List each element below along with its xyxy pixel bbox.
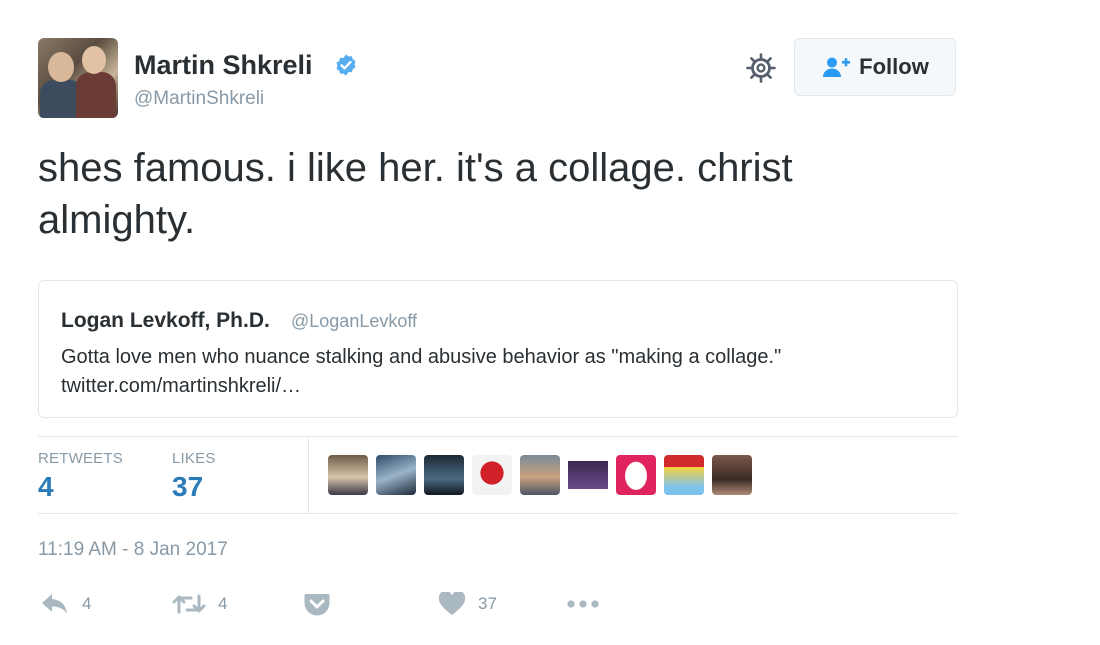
user-display-name[interactable]: Martin Shkreli	[134, 50, 313, 81]
follow-button[interactable]: Follow	[794, 38, 956, 96]
quoted-tweet[interactable]: Logan Levkoff, Ph.D. @LoganLevkoff Gotta…	[38, 280, 958, 418]
retweet-count: 4	[218, 594, 228, 613]
retweet-button[interactable]: 4	[172, 586, 227, 622]
quoted-author-handle: @LoganLevkoff	[291, 311, 418, 331]
liker-avatar[interactable]	[328, 455, 368, 495]
pocket-save-icon	[304, 594, 330, 616]
liker-avatar[interactable]	[376, 455, 416, 495]
follow-button-label: Follow	[859, 54, 929, 79]
retweets-count[interactable]: 4	[38, 471, 54, 503]
egg-avatar[interactable]	[616, 455, 656, 495]
likes-label[interactable]: LIKES	[172, 450, 216, 467]
user-avatar[interactable]	[38, 38, 118, 118]
reply-icon	[42, 594, 67, 614]
quoted-tweet-text: Gotta love men who nuance stalking and a…	[61, 346, 782, 397]
stats-top-divider	[38, 436, 958, 437]
user-handle[interactable]: @MartinShkreli	[134, 88, 264, 110]
avatar-face	[82, 46, 106, 74]
avatar-face	[48, 52, 74, 82]
liker-avatar[interactable]	[568, 455, 608, 495]
tweet-timestamp[interactable]: 11:19 AM - 8 Jan 2017	[38, 539, 228, 561]
reply-button[interactable]: 4	[40, 586, 91, 622]
retweet-icon	[172, 594, 206, 614]
heart-icon	[438, 592, 466, 615]
stats-divider	[308, 438, 309, 514]
pocket-save-button[interactable]	[303, 586, 331, 622]
like-count: 37	[478, 594, 497, 613]
tweet-text: shes famous. i like her. it's a collage.…	[38, 146, 793, 242]
add-user-icon	[823, 57, 851, 77]
verified-badge-icon	[336, 54, 356, 76]
more-button[interactable]	[566, 586, 600, 622]
gear-icon[interactable]	[745, 52, 777, 84]
quoted-author-name: Logan Levkoff, Ph.D.	[61, 309, 270, 332]
liker-avatar[interactable]	[520, 455, 560, 495]
like-button[interactable]: 37	[438, 586, 497, 622]
likes-count[interactable]: 37	[172, 471, 203, 503]
reply-count: 4	[82, 594, 92, 613]
stats-bottom-divider	[38, 513, 958, 514]
liker-avatar[interactable]	[472, 455, 512, 495]
more-dots-icon	[567, 600, 599, 608]
liker-avatar[interactable]	[664, 455, 704, 495]
liker-avatar[interactable]	[424, 455, 464, 495]
avatar-figure	[76, 72, 116, 118]
liker-avatar[interactable]	[712, 455, 752, 495]
retweets-label[interactable]: RETWEETS	[38, 450, 123, 467]
